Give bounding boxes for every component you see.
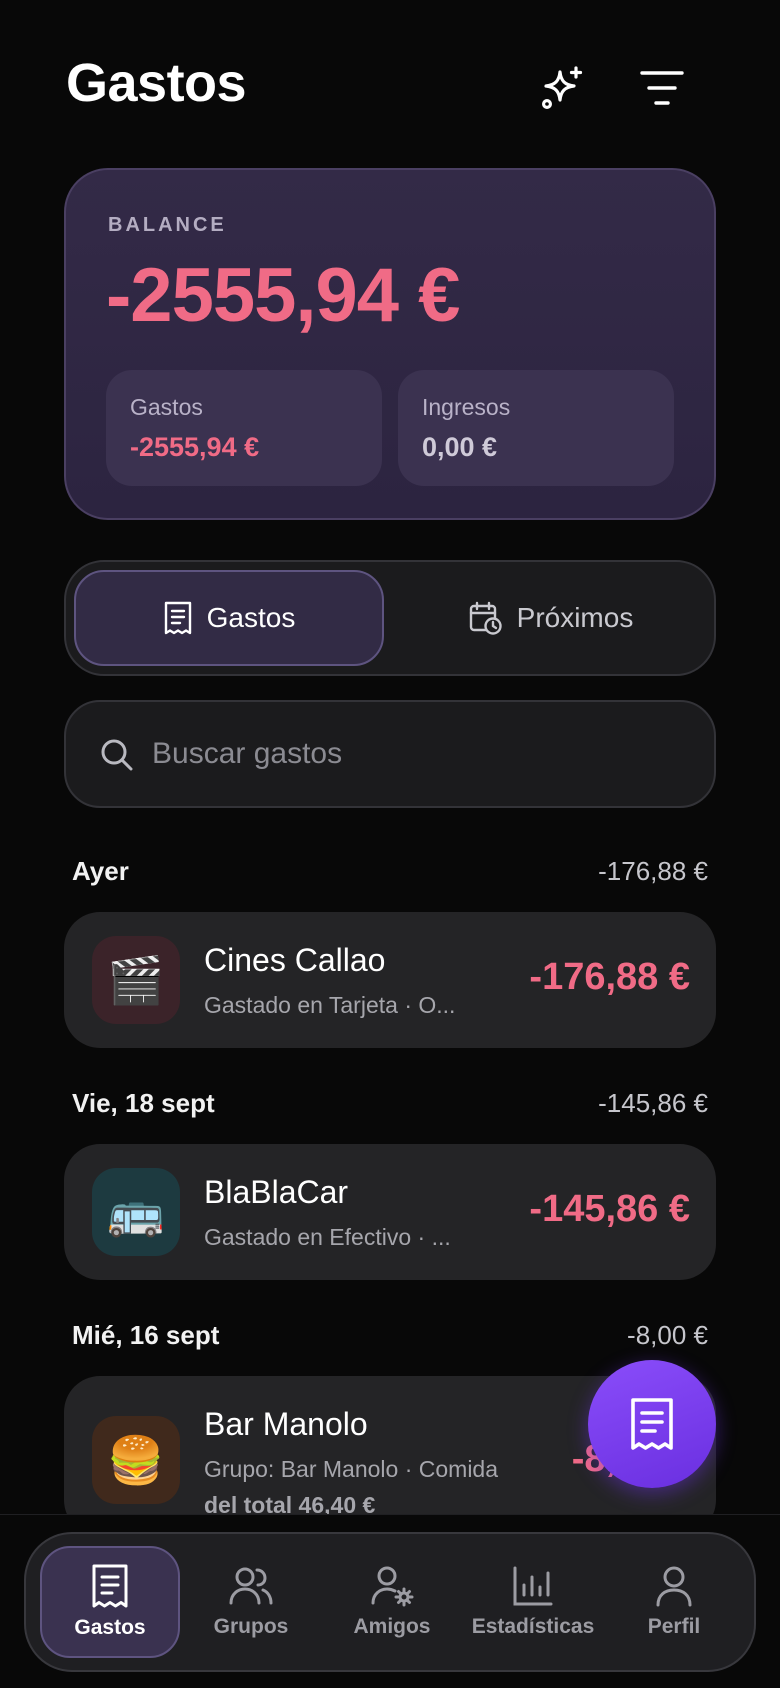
income-summary: Ingresos 0,00 €: [398, 370, 674, 486]
ai-sparkle-button[interactable]: [532, 58, 592, 118]
search-icon: [101, 739, 133, 771]
day-header: Mié, 16 sept -8,00 €: [72, 1320, 708, 1360]
tab-grupos[interactable]: Grupos: [181, 1546, 321, 1658]
segment-gastos[interactable]: Gastos: [74, 570, 384, 666]
expense-subtitle: Gastado en Efectivo · ...: [204, 1224, 451, 1250]
tab-label: Gastos: [74, 1616, 146, 1639]
filter-button[interactable]: [632, 58, 692, 118]
segment-proximos[interactable]: Próximos: [396, 570, 706, 666]
day-date: Mié, 16 sept: [72, 1320, 220, 1350]
day-date: Ayer: [72, 856, 129, 886]
receipt-icon: [164, 601, 191, 635]
calendar-clock-icon: [469, 601, 502, 635]
bus-icon: 🚌: [92, 1168, 180, 1256]
segment-gastos-label: Gastos: [206, 602, 296, 633]
add-expense-fab[interactable]: [588, 1360, 716, 1488]
day-date: Vie, 18 sept: [72, 1088, 215, 1118]
header: Gastos: [66, 52, 720, 122]
expense-name: Bar Manolo: [204, 1406, 368, 1442]
page-title: Gastos: [66, 53, 247, 113]
expenses-value: -2555,94 €: [130, 432, 260, 462]
day-total: -145,86 €: [598, 1088, 708, 1118]
receipt-icon: [631, 1398, 673, 1450]
sparkle-icon: [541, 66, 583, 109]
balance-card: BALANCE -2555,94 € Gastos -2555,94 € Ing…: [64, 168, 716, 520]
income-label: Ingresos: [422, 394, 511, 420]
balance-label: BALANCE: [108, 214, 227, 236]
search-input[interactable]: [152, 726, 672, 782]
clapperboard-icon: 🎬: [92, 936, 180, 1024]
tab-label: Perfil: [647, 1615, 701, 1638]
tab-amigos[interactable]: Amigos: [322, 1546, 462, 1658]
day-header: Ayer -176,88 €: [72, 856, 708, 896]
day-total: -176,88 €: [598, 856, 708, 886]
user-gear-icon: [371, 1566, 414, 1607]
tab-label: Estadísticas: [471, 1615, 595, 1638]
expense-name: Cines Callao: [204, 942, 386, 978]
tab-gastos[interactable]: Gastos: [40, 1546, 180, 1658]
expense-item[interactable]: 🎬 Cines Callao Gastado en Tarjeta · O...…: [64, 912, 716, 1048]
bottom-tab-bar: Gastos Grupos Amigos Estadísticas Perfil: [24, 1532, 756, 1672]
receipt-icon: [92, 1564, 128, 1608]
expense-subtitle: Grupo: Bar Manolo · Comida: [204, 1456, 499, 1482]
balance-amount: -2555,94 €: [106, 253, 460, 338]
expense-amount: -176,88 €: [529, 956, 690, 998]
burger-icon: 🍔: [92, 1416, 180, 1504]
expense-name: BlaBlaCar: [204, 1174, 349, 1210]
day-header: Vie, 18 sept -145,86 €: [72, 1088, 708, 1128]
expense-amount: -145,86 €: [529, 1188, 690, 1230]
tab-label: Grupos: [213, 1615, 289, 1638]
user-icon: [656, 1566, 692, 1607]
day-total: -8,00 €: [627, 1320, 708, 1350]
tab-label: Amigos: [353, 1615, 431, 1638]
bar-chart-icon: [513, 1566, 553, 1606]
tab-estadisticas[interactable]: Estadísticas: [463, 1546, 603, 1658]
income-value: 0,00 €: [422, 432, 498, 462]
expenses-summary: Gastos -2555,94 €: [106, 370, 382, 486]
segment-proximos-label: Próximos: [516, 602, 634, 633]
expense-item[interactable]: 🚌 BlaBlaCar Gastado en Efectivo · ... -1…: [64, 1144, 716, 1280]
expense-subtitle: Gastado en Tarjeta · O...: [204, 992, 456, 1018]
search-bar: [64, 700, 716, 808]
users-icon: [229, 1567, 273, 1605]
view-segmented-control: Gastos Próximos: [64, 560, 716, 676]
expenses-label: Gastos: [130, 394, 203, 420]
tab-perfil[interactable]: Perfil: [604, 1546, 744, 1658]
filter-icon: [640, 71, 684, 105]
